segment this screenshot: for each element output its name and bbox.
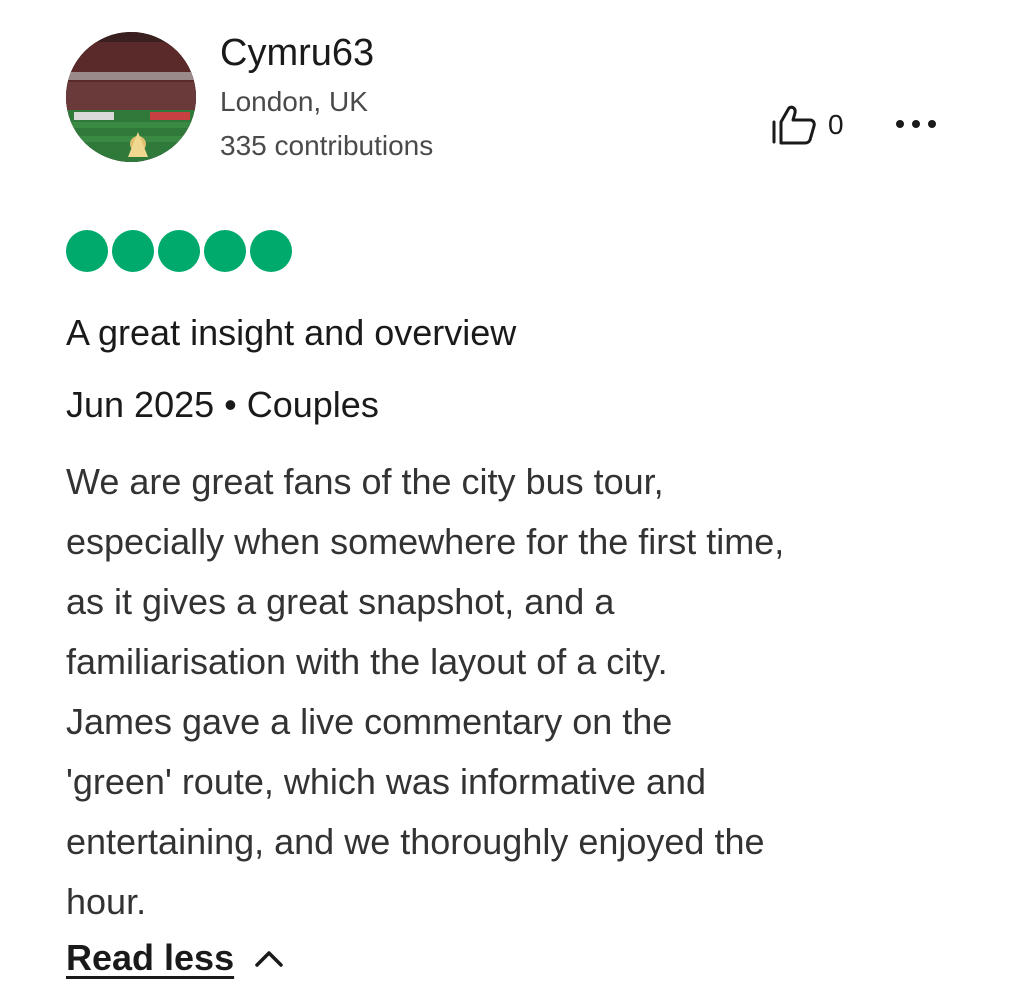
review-title: A great insight and overview — [66, 312, 517, 353]
read-less-button[interactable]: Read less — [66, 934, 284, 982]
read-less-label: Read less — [66, 937, 235, 978]
rating-bubble-icon — [112, 230, 154, 272]
helpful-vote-button[interactable]: 0 — [770, 104, 844, 146]
more-options-button[interactable] — [886, 104, 946, 144]
avatar-image — [66, 32, 196, 162]
helpful-count: 0 — [828, 109, 844, 140]
avatar[interactable] — [66, 32, 196, 162]
reviewer-contributions: 335 contributions — [220, 130, 434, 161]
review-meta: Jun 2025 • Couples — [66, 384, 379, 425]
reviewer-username[interactable]: Cymru63 — [220, 30, 374, 76]
thumbs-up-icon — [772, 105, 816, 145]
reviewer-location: London, UK — [220, 86, 368, 117]
rating-bubble-icon — [204, 230, 246, 272]
chevron-up-icon — [255, 951, 283, 967]
rating-bubble-icon — [66, 230, 108, 272]
rating-bubbles — [66, 230, 292, 272]
rating-bubble-icon — [158, 230, 200, 272]
review-text: We are great fans of the city bus tour, … — [66, 461, 785, 922]
rating-bubble-icon — [250, 230, 292, 272]
more-dots-icon — [896, 120, 936, 128]
